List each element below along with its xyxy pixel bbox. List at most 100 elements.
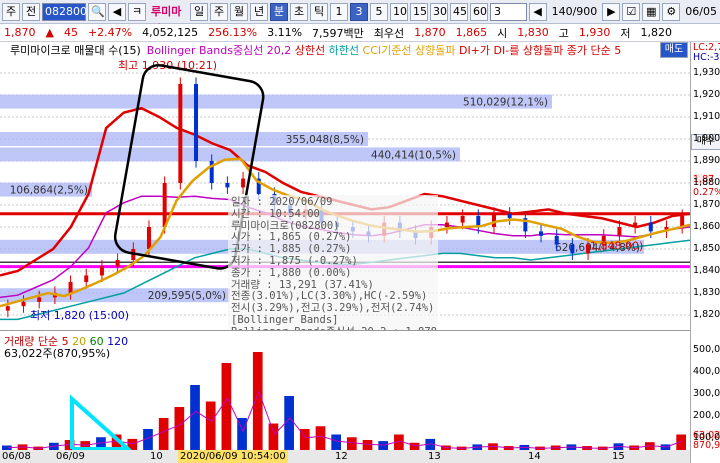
candle-body <box>617 227 622 236</box>
period-minute[interactable]: 분 <box>270 2 289 21</box>
legend-item[interactable]: DI+가 DI-를 상향돌파 <box>459 44 567 57</box>
week-button[interactable]: 주 <box>2 2 20 21</box>
candle-body <box>554 235 559 245</box>
x-tick-label: 12 <box>335 451 348 462</box>
volume-profile-label: 510,029(12,1%) <box>463 97 548 109</box>
legend-item[interactable]: 종가 단순 5 <box>567 44 621 57</box>
period-second[interactable]: 초 <box>290 2 309 21</box>
volume-bar <box>221 363 232 450</box>
candle-body <box>648 222 653 232</box>
y-tick-label: 1,900 <box>693 133 720 144</box>
period-day[interactable]: 일 <box>190 2 209 21</box>
candle-body <box>178 84 183 183</box>
change-up-icon: ▲ <box>45 26 54 39</box>
volume-tick-label: 100,000 <box>693 432 720 443</box>
legend-item[interactable]: Bollinger Bands중심선 20,2 <box>147 44 295 57</box>
period-tick[interactable]: 틱 <box>310 2 329 21</box>
candle-body <box>491 213 496 227</box>
best-ask-label: 최우선 <box>373 26 405 40</box>
volume-profile-label: 106,864(2,5%) <box>10 185 88 197</box>
legend-item[interactable]: 상한선 <box>295 44 329 57</box>
lock-icon[interactable]: ㅋ <box>128 2 146 21</box>
interval-45[interactable]: 45 <box>450 2 469 21</box>
low-price: 1,820 <box>640 26 673 39</box>
candle-body <box>21 301 26 307</box>
interval-60[interactable]: 60 <box>470 2 489 21</box>
interval-5[interactable]: 5 <box>370 2 389 21</box>
volume-tick-label: 200,000 <box>693 410 720 421</box>
legend-title[interactable]: 루미마이크로 매물대 수(15) <box>10 42 141 58</box>
open-price: 1,830 <box>517 26 549 39</box>
y-tick-label: 1,870 <box>693 199 720 210</box>
calendar-icon[interactable]: ▦ <box>642 2 661 21</box>
volume-profile-label: 440,414(10,5%) <box>371 149 456 161</box>
toolbar: 주 전 082800 🔍 ◀ ㅋ 루미마이크 일 주 월 년 분 초 틱 1 3… <box>0 0 720 36</box>
x-tick-label: 10 <box>150 451 163 462</box>
tooltip-line: 저가 : 1,875 (-0.27%) <box>231 254 358 267</box>
stock-code-input[interactable]: 082800 <box>42 2 87 21</box>
y-tick-label: 1,860 <box>693 221 720 232</box>
period-week[interactable]: 주 <box>210 2 229 21</box>
period-year[interactable]: 년 <box>250 2 269 21</box>
period-month[interactable]: 월 <box>230 2 249 21</box>
quote-bar: 1,870 ▲ 45 +2.47% 4,052,125 256.13% 3.11… <box>0 24 720 42</box>
x-tick-label: 06/08 <box>2 451 31 462</box>
y-tick-label: 1,840 <box>693 265 720 276</box>
price-axis[interactable]: LC:2,7 HC:-3, 매수 1,87 0.27% 63,02 870,95… <box>690 42 720 463</box>
time-axis: 06/08 06/09 10 2020/06/09 10:54:00 12 13 14 15 <box>0 450 690 463</box>
interval-3[interactable]: 3 <box>350 2 369 21</box>
settings-icon[interactable]: ⚙ <box>662 2 681 21</box>
y-tick-label: 1,850 <box>693 243 720 254</box>
low-label: 저 <box>620 26 631 40</box>
sell-button[interactable]: 매도 <box>660 42 688 58</box>
candle-body <box>460 216 465 223</box>
current-price: 1,870 <box>4 26 36 39</box>
y-tick-label: 1,910 <box>693 111 720 122</box>
legend-item[interactable]: CCI기준선 상향돌파 <box>363 44 459 57</box>
stock-name: 루미마이크 <box>151 4 182 36</box>
candle-body <box>241 178 246 188</box>
speaker-icon[interactable]: ◀ <box>108 2 126 21</box>
candle-body <box>37 297 42 302</box>
interval-15[interactable]: 15 <box>410 2 429 21</box>
candle-body <box>115 260 120 267</box>
checkbox-icon[interactable]: ☑ <box>622 2 641 21</box>
volume-tick-label: 500,000 <box>693 344 720 355</box>
scroll-right-button[interactable]: ▶ <box>602 2 621 21</box>
range-display: 140/900 <box>551 4 598 18</box>
candle-body <box>68 282 73 293</box>
volume-bar <box>190 385 200 450</box>
x-tick-label: 15 <box>612 451 625 462</box>
interval-30[interactable]: 30 <box>430 2 449 21</box>
volume-current: 63,022주(870,95%) <box>4 347 111 360</box>
volume-value: 4,052,125 <box>142 26 199 39</box>
search-icon[interactable]: 🔍 <box>88 2 106 21</box>
y-tick-label: 1,930 <box>693 67 720 78</box>
volume-chart[interactable]: 거래량 단순 5 20 60 120 63,022주(870,95%) <box>0 330 690 450</box>
legend-items: Bollinger Bands중심선 20,2 상한선 하한선 CCI기준선 상… <box>147 42 622 58</box>
interval-10[interactable]: 10 <box>390 2 409 21</box>
trade-amount: 7,597백만 <box>312 26 364 40</box>
open-label: 시 <box>497 26 508 40</box>
volume-bar <box>331 434 341 450</box>
legend-item[interactable]: 하한선 <box>329 44 363 57</box>
volume-bar <box>252 352 263 450</box>
volume-ratio: 256.13% <box>208 26 258 39</box>
volume-bar <box>409 442 420 450</box>
x-tick-label: 14 <box>528 451 541 462</box>
count-select[interactable]: 3 <box>490 2 527 21</box>
volume-bar <box>174 407 185 450</box>
chart-legend: 루미마이크로 매물대 수(15) Bollinger Bands중심선 20,2… <box>0 42 690 58</box>
high-price: 1,930 <box>578 26 611 39</box>
volume-ma-120: 120 <box>107 335 129 348</box>
volume-tick-label: 400,000 <box>693 366 720 377</box>
date-display[interactable]: 06/05 <box>682 3 720 21</box>
candle-body <box>444 222 449 227</box>
scroll-left-button[interactable]: ◀ <box>528 2 547 21</box>
volume-tick-label: 300,000 <box>693 388 720 399</box>
interval-1[interactable]: 1 <box>330 2 349 21</box>
change-value: 45 <box>63 26 78 39</box>
y-tick-label: 1,830 <box>693 287 720 298</box>
all-button[interactable]: 전 <box>22 2 40 21</box>
y-tick-label: 1,880 <box>693 177 720 188</box>
